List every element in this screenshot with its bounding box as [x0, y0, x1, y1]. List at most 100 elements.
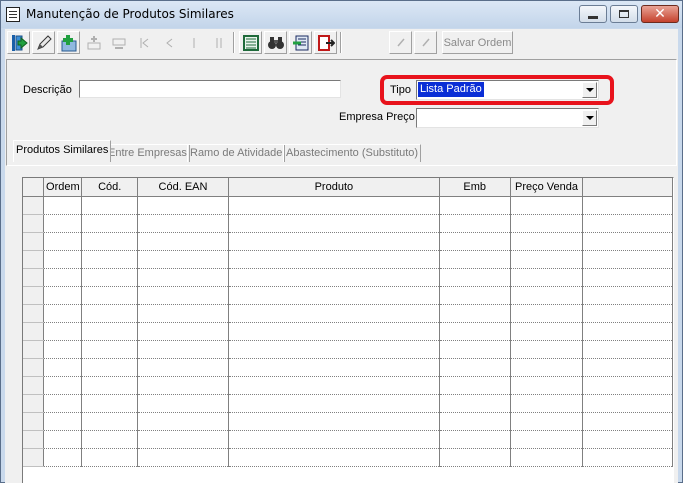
grid-cell[interactable] — [81, 412, 139, 431]
table-row[interactable] — [23, 448, 673, 467]
grid-cell[interactable] — [137, 232, 229, 251]
grid-cell[interactable] — [228, 196, 440, 215]
grid-cell[interactable] — [81, 322, 139, 341]
grid-header-cod[interactable]: Cód. — [81, 178, 139, 197]
grid-header-emb[interactable]: Emb — [439, 178, 511, 197]
grid-cell[interactable] — [137, 286, 229, 305]
grid-cell[interactable] — [582, 358, 673, 377]
grid-cell[interactable] — [582, 232, 673, 251]
grid-cell[interactable] — [43, 268, 83, 287]
list-view-button[interactable] — [239, 31, 262, 54]
row-indicator-cell[interactable] — [23, 394, 45, 413]
title-bar[interactable]: Manutenção de Produtos Similares ✕ — [1, 1, 682, 28]
grid-cell[interactable] — [43, 250, 83, 269]
tab-ramo-de-atividade[interactable]: Ramo de Atividade — [187, 144, 286, 162]
grid-cell[interactable] — [510, 232, 584, 251]
first-record-button[interactable] — [132, 31, 155, 54]
grid-cell[interactable] — [510, 394, 584, 413]
add-button[interactable] — [57, 31, 80, 54]
close-button[interactable]: ✕ — [641, 5, 679, 23]
grid-cell[interactable] — [43, 340, 83, 359]
grid-cell[interactable] — [43, 214, 83, 233]
table-row[interactable] — [23, 412, 673, 431]
grid-cell[interactable] — [81, 340, 139, 359]
grid-cell[interactable] — [582, 196, 673, 215]
grid-cell[interactable] — [81, 376, 139, 395]
app-icon[interactable] — [6, 7, 20, 22]
grid-cell[interactable] — [439, 394, 511, 413]
grid-cell[interactable] — [510, 304, 584, 323]
table-row[interactable] — [23, 286, 673, 305]
row-indicator-cell[interactable] — [23, 268, 45, 287]
import-button[interactable] — [289, 31, 312, 54]
tab-abastecimento-substituto[interactable]: Abastecimento (Substituto) — [283, 144, 422, 162]
grid-cell[interactable] — [510, 412, 584, 431]
grid-cell[interactable] — [439, 304, 511, 323]
grid-cell[interactable] — [81, 268, 139, 287]
grid-cell[interactable] — [43, 394, 83, 413]
grid-cell[interactable] — [228, 358, 440, 377]
empresa-preco-select[interactable] — [416, 108, 599, 128]
grid-cell[interactable] — [228, 412, 440, 431]
grid-cell[interactable] — [582, 214, 673, 233]
row-indicator-cell[interactable] — [23, 340, 45, 359]
grid-cell[interactable] — [228, 232, 440, 251]
grid-cell[interactable] — [439, 376, 511, 395]
grid-cell[interactable] — [228, 322, 440, 341]
row-indicator-cell[interactable] — [23, 196, 45, 215]
cancel-button[interactable] — [414, 31, 437, 54]
grid-cell[interactable] — [137, 430, 229, 449]
row-indicator-cell[interactable] — [23, 448, 45, 467]
table-row[interactable] — [23, 196, 673, 215]
grid-cell[interactable] — [43, 196, 83, 215]
grid-cell[interactable] — [582, 268, 673, 287]
grid-cell[interactable] — [510, 448, 584, 467]
row-indicator-cell[interactable] — [23, 250, 45, 269]
row-indicator-cell[interactable] — [23, 412, 45, 431]
grid-cell[interactable] — [582, 394, 673, 413]
grid-cell[interactable] — [137, 196, 229, 215]
grid-cell[interactable] — [228, 394, 440, 413]
confirm-button[interactable] — [389, 31, 412, 54]
grid-cell[interactable] — [43, 322, 83, 341]
grid-cell[interactable] — [582, 250, 673, 269]
grid-cell[interactable] — [81, 304, 139, 323]
grid-cell[interactable] — [510, 340, 584, 359]
grid-cell[interactable] — [43, 232, 83, 251]
grid-cell[interactable] — [137, 214, 229, 233]
grid-cell[interactable] — [510, 376, 584, 395]
next-record-button[interactable] — [182, 31, 205, 54]
grid-cell[interactable] — [43, 304, 83, 323]
empresa-preco-dropdown-button[interactable] — [582, 110, 597, 126]
grid-cell[interactable] — [582, 304, 673, 323]
table-row[interactable] — [23, 322, 673, 341]
table-row[interactable] — [23, 376, 673, 395]
grid-cell[interactable] — [137, 358, 229, 377]
row-indicator-cell[interactable] — [23, 358, 45, 377]
grid-cell[interactable] — [582, 412, 673, 431]
minimize-button[interactable] — [579, 5, 607, 23]
grid-cell[interactable] — [43, 358, 83, 377]
products-grid[interactable]: Ordem Cód. Cód. EAN Produto Emb Preço Ve… — [22, 177, 674, 483]
grid-cell[interactable] — [228, 340, 440, 359]
grid-cell[interactable] — [439, 340, 511, 359]
grid-cell[interactable] — [137, 304, 229, 323]
delete-row-button[interactable] — [107, 31, 130, 54]
table-row[interactable] — [23, 232, 673, 251]
grid-cell[interactable] — [510, 196, 584, 215]
search-button[interactable] — [264, 31, 287, 54]
grid-cell[interactable] — [228, 268, 440, 287]
grid-cell[interactable] — [439, 250, 511, 269]
table-row[interactable] — [23, 430, 673, 449]
grid-cell[interactable] — [228, 376, 440, 395]
grid-cell[interactable] — [439, 430, 511, 449]
row-indicator-cell[interactable] — [23, 286, 45, 305]
row-indicator-cell[interactable] — [23, 322, 45, 341]
grid-cell[interactable] — [510, 358, 584, 377]
grid-cell[interactable] — [439, 412, 511, 431]
grid-cell[interactable] — [228, 214, 440, 233]
row-indicator-cell[interactable] — [23, 232, 45, 251]
grid-cell[interactable] — [43, 412, 83, 431]
table-row[interactable] — [23, 304, 673, 323]
grid-cell[interactable] — [137, 340, 229, 359]
